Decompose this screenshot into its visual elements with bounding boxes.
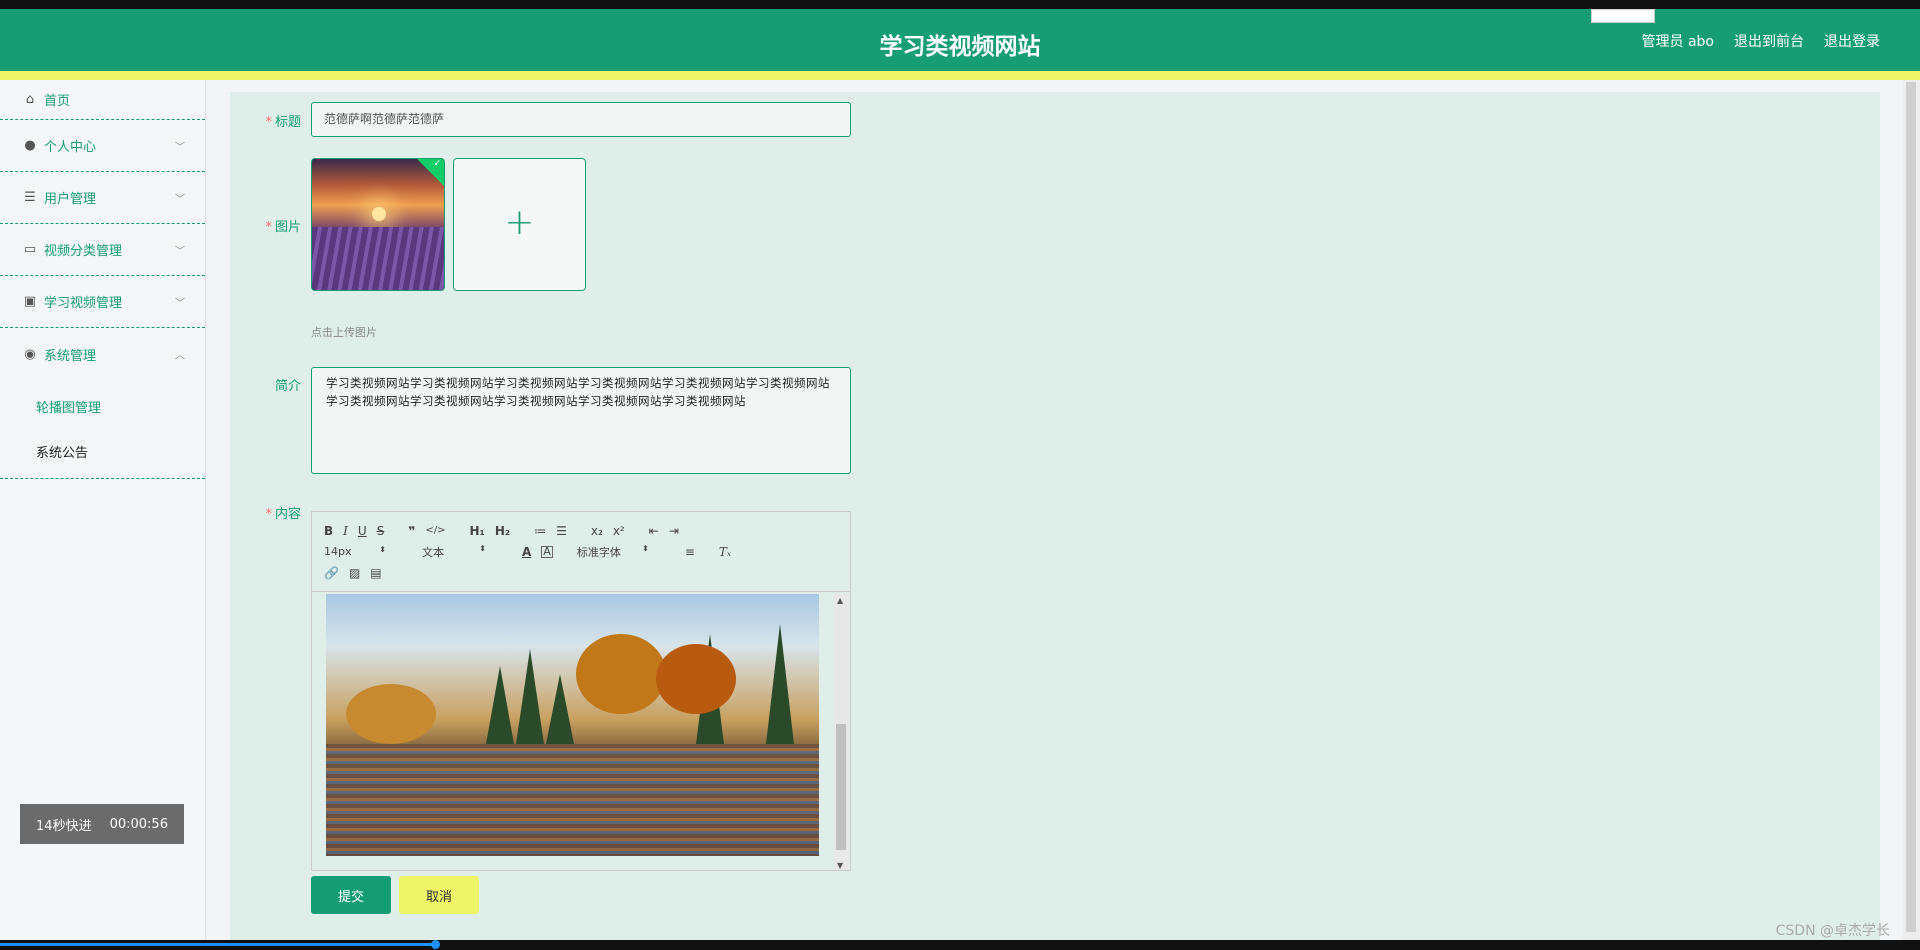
- image-icon[interactable]: ▨: [349, 566, 360, 580]
- bullet-list-icon[interactable]: ☰: [556, 524, 567, 538]
- editor-scrollbar-thumb[interactable]: [836, 724, 846, 850]
- admin-user-link[interactable]: 管理员 abo: [1642, 31, 1714, 51]
- intro-label: 简介: [274, 379, 301, 394]
- progress-handle[interactable]: [431, 940, 440, 949]
- header-accent-bar: [0, 71, 1920, 80]
- sidebar-item-label: 个人中心: [44, 140, 97, 155]
- header-links: 管理员 abo 退出到前台 退出登录: [1642, 31, 1880, 51]
- chevron-down-icon: ﹀: [175, 246, 185, 257]
- sidebar-item-system[interactable]: ◉ 系统管理 ︿: [0, 328, 205, 380]
- home-icon: ⌂: [25, 92, 35, 107]
- upload-hint: 点击上传图片: [311, 326, 377, 339]
- sidebar-subitem-announcement[interactable]: 系统公告: [0, 429, 205, 474]
- image-upload-button[interactable]: +: [453, 158, 586, 291]
- chevron-down-icon: ﹀: [175, 298, 185, 309]
- check-icon: ✓: [433, 159, 441, 169]
- scrollbar-thumb[interactable]: [1906, 82, 1916, 932]
- image-tree: [516, 649, 544, 744]
- rich-text-editor: B I U S ❞ </> H₁ H₂ ≔ ☰ x₂ x² ⇤ ⇥ 14px ⬍ …: [311, 511, 851, 871]
- image-label: * 图片: [265, 220, 301, 235]
- user-icon: ●: [24, 138, 36, 153]
- site-title: 学习类视频网站: [879, 34, 1041, 60]
- editor-scrollbar[interactable]: ▲ ▼: [834, 594, 848, 870]
- chevron-down-icon: ﹀: [175, 194, 185, 205]
- font-family-select[interactable]: 标准字体 ⬍: [577, 544, 659, 560]
- ordered-list-icon[interactable]: ≔: [534, 524, 546, 538]
- heading2-icon[interactable]: H₂: [495, 524, 510, 538]
- video-progress-bar[interactable]: [0, 940, 1920, 950]
- sidebar-item-label: 学习视频管理: [44, 296, 123, 311]
- clipboard-icon: ▣: [23, 294, 37, 309]
- image-lake: [326, 744, 819, 856]
- sidebar-item-label: 首页: [44, 94, 71, 109]
- font-size-select[interactable]: 14px ⬍: [324, 545, 396, 558]
- video-icon[interactable]: ▤: [370, 566, 381, 580]
- timer-time: 00:00:56: [109, 816, 168, 832]
- title-label: * 标题: [265, 115, 301, 130]
- progress-fill: [0, 943, 437, 946]
- sidebar-item-label: 系统管理: [44, 348, 97, 364]
- title-input[interactable]: 范德萨啊范德萨范德萨: [311, 102, 851, 137]
- sidebar-submenu: 轮播图管理 系统公告: [0, 380, 205, 479]
- sidebar-item-user-management[interactable]: ☰ 用户管理 ﹀: [0, 172, 205, 224]
- format-select[interactable]: 文本 ⬍: [422, 544, 496, 560]
- scroll-up-icon[interactable]: ▲: [837, 596, 843, 605]
- chevron-down-icon: ﹀: [175, 142, 185, 153]
- location-icon: ◉: [24, 346, 36, 362]
- sidebar-item-study-video[interactable]: ▣ 学习视频管理 ﹀: [0, 276, 205, 328]
- watermark: CSDN @卓杰学长: [1775, 923, 1890, 939]
- uploaded-image-thumbnail[interactable]: ✓: [311, 158, 445, 291]
- image-autumn-tree: [576, 634, 666, 714]
- image-tree: [546, 674, 574, 744]
- window-top-edge: [0, 0, 1920, 9]
- sidebar-item-label: 视频分类管理: [44, 244, 123, 259]
- outdent-icon[interactable]: ⇤: [649, 524, 659, 538]
- image-tree: [766, 624, 794, 744]
- font-color-icon[interactable]: A: [522, 545, 531, 559]
- intro-textarea[interactable]: 学习类视频网站学习类视频网站学习类视频网站学习类视频网站学习类视频网站学习类视频…: [311, 367, 851, 474]
- image-tree: [486, 666, 514, 744]
- underline-icon[interactable]: U: [358, 524, 367, 538]
- link-icon[interactable]: 🔗: [324, 566, 339, 580]
- image-autumn-bush: [346, 684, 436, 744]
- sidebar-item-video-category[interactable]: ▭ 视频分类管理 ﹀: [0, 224, 205, 276]
- cancel-button[interactable]: 取消: [399, 876, 479, 914]
- image-sun: [372, 207, 386, 221]
- background-color-icon[interactable]: A: [541, 545, 553, 558]
- subscript-icon[interactable]: x₂: [591, 524, 603, 538]
- clear-format-icon[interactable]: Tₓ: [719, 545, 731, 559]
- bold-icon[interactable]: B: [324, 524, 333, 538]
- fast-forward-timer[interactable]: 14秒快进 00:00:56: [20, 804, 184, 844]
- preview-thumbnail: [1591, 9, 1655, 23]
- sidebar-item-label: 用户管理: [44, 192, 97, 207]
- strikethrough-icon[interactable]: S: [377, 524, 385, 538]
- editor-content-image[interactable]: [326, 594, 819, 856]
- heading1-icon[interactable]: H₁: [470, 524, 485, 538]
- page-scrollbar[interactable]: [1902, 80, 1920, 940]
- card-icon: ▭: [23, 242, 37, 257]
- list-icon: ☰: [24, 190, 36, 205]
- scroll-down-icon[interactable]: ▼: [837, 861, 843, 870]
- image-autumn-tree: [656, 644, 736, 714]
- align-icon[interactable]: ≡: [685, 545, 695, 559]
- sidebar-subitem-carousel[interactable]: 轮播图管理: [0, 384, 205, 429]
- plus-icon: +: [504, 202, 535, 243]
- sidebar-item-home[interactable]: ⌂ 首页: [0, 80, 205, 120]
- app-header: 学习类视频网站 管理员 abo 退出到前台 退出登录: [0, 9, 1920, 71]
- code-block-icon[interactable]: </>: [425, 525, 445, 536]
- blockquote-icon[interactable]: ❞: [408, 524, 415, 538]
- indent-icon[interactable]: ⇥: [669, 524, 679, 538]
- image-lavender-field: [312, 227, 444, 290]
- chevron-up-icon: ︿: [175, 350, 185, 362]
- sidebar-item-personal-center[interactable]: ● 个人中心 ﹀: [0, 120, 205, 172]
- content-label: * 内容: [265, 507, 301, 522]
- exit-to-frontend-link[interactable]: 退出到前台: [1734, 31, 1804, 51]
- timer-label: 14秒快进: [36, 818, 92, 834]
- submit-button[interactable]: 提交: [311, 876, 391, 914]
- superscript-icon[interactable]: x²: [613, 524, 625, 538]
- editor-toolbar: B I U S ❞ </> H₁ H₂ ≔ ☰ x₂ x² ⇤ ⇥ 14px ⬍ …: [312, 512, 850, 592]
- italic-icon[interactable]: I: [343, 524, 348, 538]
- logout-link[interactable]: 退出登录: [1824, 31, 1880, 51]
